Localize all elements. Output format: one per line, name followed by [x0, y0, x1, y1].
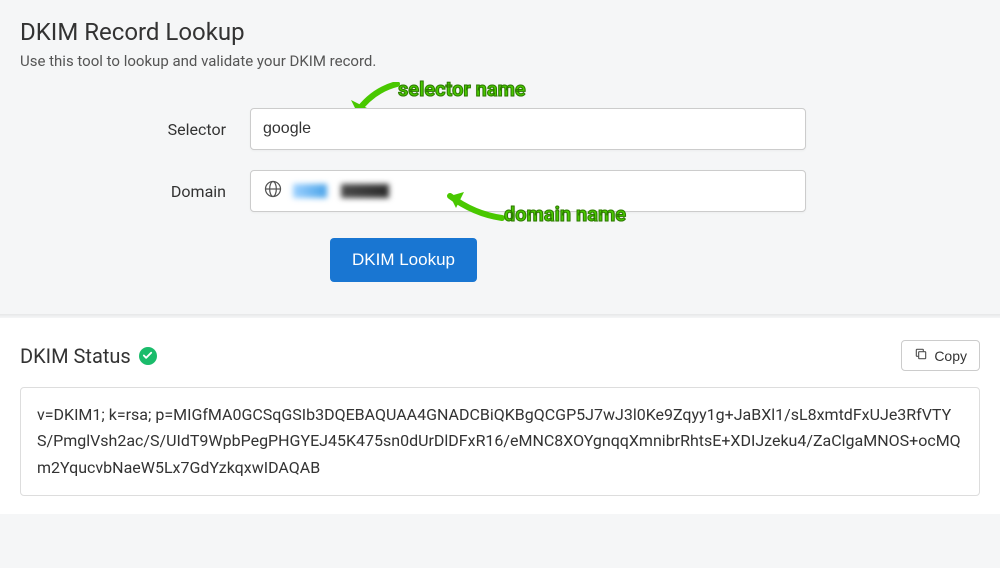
redacted-text	[341, 184, 389, 198]
selector-label: Selector	[20, 120, 250, 139]
redacted-text	[293, 184, 327, 198]
page-title: DKIM Record Lookup	[20, 18, 980, 46]
check-circle-icon	[139, 347, 157, 365]
status-title: DKIM Status	[20, 344, 131, 368]
copy-button-label: Copy	[934, 348, 967, 364]
copy-icon	[914, 347, 928, 364]
annotation-domain-name: domain name	[504, 202, 626, 226]
copy-button[interactable]: Copy	[901, 340, 980, 371]
dkim-lookup-button[interactable]: DKIM Lookup	[330, 238, 477, 282]
selector-input[interactable]	[250, 108, 806, 150]
page-subtitle: Use this tool to lookup and validate you…	[20, 52, 980, 70]
dkim-record-output: v=DKIM1; k=rsa; p=MIGfMA0GCSqGSIb3DQEBAQ…	[20, 387, 980, 496]
domain-label: Domain	[20, 182, 250, 201]
globe-icon	[263, 179, 283, 203]
annotation-selector-name: selector name	[398, 77, 526, 101]
